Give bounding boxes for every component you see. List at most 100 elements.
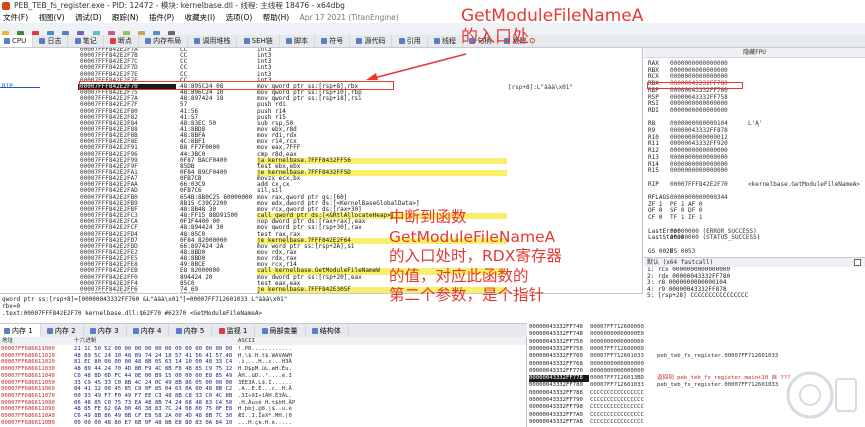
- dump-hex: 00 00 00 48 80 E7 6B 0F 48 8B E8 80 83 0…: [74, 419, 233, 426]
- dump-address: 00007FF686611060: [1, 386, 55, 393]
- dump-address: 00007FF686611090: [1, 406, 55, 413]
- stack-address: 00000043332FF790: [529, 397, 583, 403]
- tab-dump-5[interactable]: 内存 5: [172, 324, 213, 337]
- register-row[interactable]: GS 002B FS 0053: [644, 248, 865, 255]
- tab-breakpoints[interactable]: 断点: [106, 35, 139, 47]
- dump-ascii: .H.Àusê H.t$hH.ÄP: [238, 399, 296, 406]
- menu-plugins[interactable]: 插件(P): [149, 12, 174, 23]
- menu-debug[interactable]: 调试(D): [75, 12, 102, 23]
- stack-row[interactable]: 00000043332FF740 00007FF712600000: [527, 324, 865, 331]
- stack-value: 00007FF712600000: [590, 345, 644, 352]
- tab-references[interactable]: 引用: [395, 35, 428, 47]
- dump-address: 00007FF6866110A0: [1, 413, 55, 419]
- dump-ascii: .ì....H..c...H3Ä: [238, 359, 292, 366]
- tab-locals[interactable]: 局部变量: [258, 324, 306, 337]
- dump-hex: 33 C9 45 33 C0 8B 4C 24 0C 49 8B 86 05 0…: [74, 379, 233, 386]
- stack-value: 00007FF712601033: [590, 353, 644, 360]
- tab-dump-2[interactable]: 内存 2: [43, 324, 84, 337]
- dump-ascii: !.PR............: [238, 346, 292, 352]
- stack-value: 00000000000000E0: [590, 331, 644, 338]
- arg-row: 5: [rsp+28] CCCCCCCCCCCCCCCC: [647, 292, 749, 300]
- stack-address: 00000043332FF740: [529, 324, 583, 330]
- menu-view[interactable]: 视图(V): [39, 12, 65, 23]
- rip-pointer-line: [0, 84, 40, 88]
- dump-header: 地址 十六进制 ASCII: [0, 337, 526, 345]
- dump-ascii: H.D$pM.ùL.øH.Éu.: [238, 366, 292, 373]
- tab-log[interactable]: 日志: [35, 35, 69, 47]
- unlock-checkbox[interactable]: [854, 259, 861, 266]
- dump-hex: 06 48 85 C0 75 73 EA 48 8B 74 24 68 48 8…: [74, 399, 233, 406]
- stack-value: 00007FF712600000: [590, 324, 644, 330]
- memory-icon: [132, 328, 139, 334]
- tab-dump-4[interactable]: 内存 4: [129, 324, 170, 337]
- breakpoint-icon: [109, 38, 116, 44]
- call-convention-pane: 默认 (x64 fastcall) 1: rcx 000000000000000…: [644, 257, 865, 323]
- memory-dump[interactable]: 地址 十六进制 ASCII 00007FF686611000 21 1C 50 5…: [0, 337, 527, 427]
- memory-icon: [46, 328, 53, 334]
- tab-dump-1[interactable]: 内存 1: [0, 324, 41, 337]
- stack-value: 00007FF712601033: [590, 382, 644, 389]
- dump-address: 00007FF686611050: [1, 379, 55, 386]
- dump-address: 00007FF686611010: [1, 352, 55, 359]
- tab-call-stack[interactable]: 调用堆栈: [190, 35, 238, 47]
- script-icon: [286, 38, 293, 44]
- hide-fpu-toggle[interactable]: 隐藏FPU: [644, 48, 865, 58]
- memory-icon: [89, 328, 96, 334]
- dump-address: 00007FF686611000: [1, 346, 55, 352]
- menu-options[interactable]: 选项(O): [226, 12, 253, 23]
- tab-symbols[interactable]: 符号: [317, 35, 351, 47]
- symbols-icon: [321, 38, 328, 44]
- register-value: FS 0053: [670, 247, 696, 255]
- tab-watch-1[interactable]: 监视 1: [215, 324, 256, 337]
- watch-icon: [218, 328, 225, 334]
- stack-row[interactable]: 00000043332FF748 00000000000000E0: [527, 331, 865, 338]
- tab-source[interactable]: 源代码: [352, 35, 393, 47]
- call-stack-icon: [194, 38, 201, 44]
- menu-trace[interactable]: 跟踪(N): [112, 12, 138, 23]
- stack-value: 0000000000000000: [590, 360, 644, 367]
- struct-icon: [311, 328, 318, 334]
- stack-value: CCCCCCCCCCCCCCCC: [590, 418, 644, 425]
- tab-script[interactable]: 脚本: [282, 35, 316, 47]
- menu-bar: 文件(F) 视图(V) 调试(D) 跟踪(N) 插件(P) 收藏夹(I) 选项(…: [0, 12, 865, 23]
- entry-highlight-box: [79, 81, 394, 90]
- stack-row[interactable]: 00000043332FF760 00007FF712601033 peb_teb_…: [527, 353, 865, 360]
- menu-help[interactable]: 帮助(H): [263, 12, 290, 23]
- stack-address: 00000043332FF780: [529, 382, 583, 389]
- dump-hex: 21 1C 50 52 00 00 00 00 00 00 00 00 00 0…: [74, 346, 233, 352]
- title-bar: PEB_TEB_fs_register.exe - PID: 12472 - 模…: [0, 0, 865, 12]
- registers-pane[interactable]: 隐藏FPU RAX 0000000000000000 RBX 000000000000…: [644, 48, 865, 257]
- info-line: .text:00007FFF842E2F70 kernelbase.dll:$6…: [2, 310, 263, 317]
- call-convention-header: 默认 (x64 fastcall): [644, 258, 865, 267]
- stack-row[interactable]: 00000043332FF758 00007FF712600000: [527, 346, 865, 353]
- dump-address: 00007FF686611030: [1, 366, 55, 373]
- tab-struct[interactable]: 结构体: [308, 324, 349, 337]
- dump-ascii: ÆI..I.ÏèX*.MH.|0: [238, 413, 292, 419]
- stack-comment: peb_teb_fs_register.00007FF712601033: [657, 353, 779, 360]
- dump-hex: 00 33 49 F7 F0 49 F7 EE C3 48 8B C8 33 C…: [74, 392, 233, 399]
- stack-address: 00000043332FF7A0: [529, 411, 583, 418]
- stack-comment: peb_teb_fs_register.00007FF712601033: [657, 382, 779, 389]
- tab-dump-3[interactable]: 内存 3: [86, 324, 127, 337]
- dump-ascii: 3ÉE3À.L$.I......: [238, 379, 292, 386]
- tab-memory-map[interactable]: 内存布局: [141, 35, 189, 47]
- tab-notes[interactable]: 笔记: [71, 35, 104, 47]
- memory-icon: [4, 328, 10, 334]
- dump-hex: C6 49 8B 86 49 8B CF E8 58 2A 00 4D 48 8…: [74, 413, 233, 419]
- menu-file[interactable]: 文件(F): [3, 12, 28, 23]
- dump-ascii: .3I÷ðI÷îÃH.È3ÀL.: [238, 392, 292, 399]
- stack-value: 00007FF7126013BD: [590, 375, 644, 382]
- seh-icon: [243, 38, 250, 44]
- register-name: GS 002B: [648, 247, 674, 255]
- tab-seh[interactable]: SEH链: [240, 35, 280, 47]
- tab-cpu[interactable]: CPU: [0, 35, 34, 47]
- stack-row[interactable]: 00000043332FF750 0000000000000000: [527, 339, 865, 346]
- dump-col-address: 地址: [2, 338, 14, 344]
- dump-ascii: H.þbj.@8.|$..u.è: [238, 406, 292, 413]
- tab-threads[interactable]: 线程: [430, 35, 463, 47]
- dump-hex: 84 41 12 00 45 85 C9 0F 85 04 63 0A 00 4…: [74, 386, 233, 393]
- stack-address: 00000043332FF748: [529, 331, 583, 338]
- stack-address: 00000043332FF778: [529, 375, 589, 383]
- rdx-highlight-box: [647, 82, 743, 89]
- menu-favourites[interactable]: 收藏夹(I): [185, 12, 216, 23]
